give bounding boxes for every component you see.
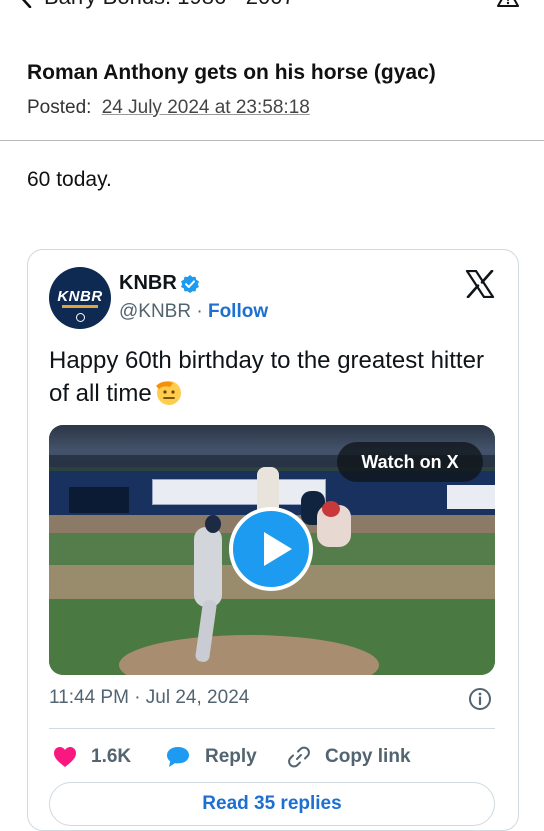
tweet-text: Happy 60th birthday to the greatest hitt…	[49, 345, 499, 410]
read-replies-button[interactable]: Read 35 replies	[49, 782, 495, 826]
avatar[interactable]: KNBR	[49, 267, 111, 329]
dugout	[69, 487, 129, 513]
like-count: 1.6K	[91, 746, 132, 767]
back-chevron-icon[interactable]	[18, 0, 32, 8]
posted-date-link[interactable]: 24 July 2024 at 23:58:18	[102, 97, 310, 118]
post-body: 60 today.	[27, 168, 112, 191]
x-logo-icon[interactable]	[465, 270, 495, 298]
thread-title[interactable]: Barry Bonds: 1986 - 2007	[44, 0, 295, 10]
watch-on-x-button[interactable]: Watch on X	[337, 442, 483, 482]
verified-badge-icon	[181, 275, 199, 293]
top-bar: Barry Bonds: 1986 - 2007	[0, 0, 544, 18]
reply-label: Reply	[205, 746, 257, 767]
account-name[interactable]: KNBR	[119, 272, 177, 295]
video-thumbnail[interactable]: Watch on X	[49, 425, 495, 675]
info-icon[interactable]	[468, 687, 492, 711]
link-icon	[288, 746, 310, 768]
pitcher-cap	[205, 515, 221, 533]
follow-link[interactable]: Follow	[208, 301, 268, 322]
tweet-text-content: Happy 60th birthday to the greatest hitt…	[49, 347, 484, 407]
catcher-helmet	[322, 501, 340, 517]
like-button[interactable]: 1.6K	[53, 742, 131, 772]
stadium-banner	[152, 479, 326, 505]
heart-icon	[54, 747, 76, 767]
posted-label: Posted:	[27, 97, 92, 118]
reply-bubble-icon	[167, 747, 189, 767]
tweet-divider	[49, 728, 495, 729]
play-icon	[264, 532, 292, 566]
avatar-stripe	[62, 305, 98, 308]
saluting-face-icon	[155, 381, 181, 405]
post-meta: Posted: 24 July 2024 at 23:58:18	[27, 97, 310, 119]
tweet-actions: 1.6K Reply Copy link	[49, 742, 495, 772]
avatar-logo-text: KNBR	[57, 288, 103, 305]
copy-link-button[interactable]: Copy link	[287, 742, 411, 772]
play-button[interactable]	[229, 507, 313, 591]
separator-dot: ·	[196, 301, 203, 322]
copy-link-label: Copy link	[325, 746, 411, 767]
stadium-banner-right	[447, 485, 495, 509]
account-handle[interactable]: @KNBR	[119, 301, 191, 322]
report-warning-icon[interactable]	[497, 0, 519, 8]
pitcher-figure	[194, 527, 222, 607]
reply-button[interactable]: Reply	[165, 742, 257, 772]
post-title: Roman Anthony gets on his horse (gyac)	[27, 61, 436, 84]
divider	[0, 140, 544, 141]
tweet-timestamp[interactable]: 11:44 PM · Jul 24, 2024	[49, 687, 249, 709]
embedded-tweet[interactable]: KNBR KNBR @KNBR · Follow Happy 60th birt…	[27, 249, 519, 831]
account-handle-row: @KNBR · Follow	[119, 301, 268, 323]
avatar-mark	[76, 313, 85, 322]
